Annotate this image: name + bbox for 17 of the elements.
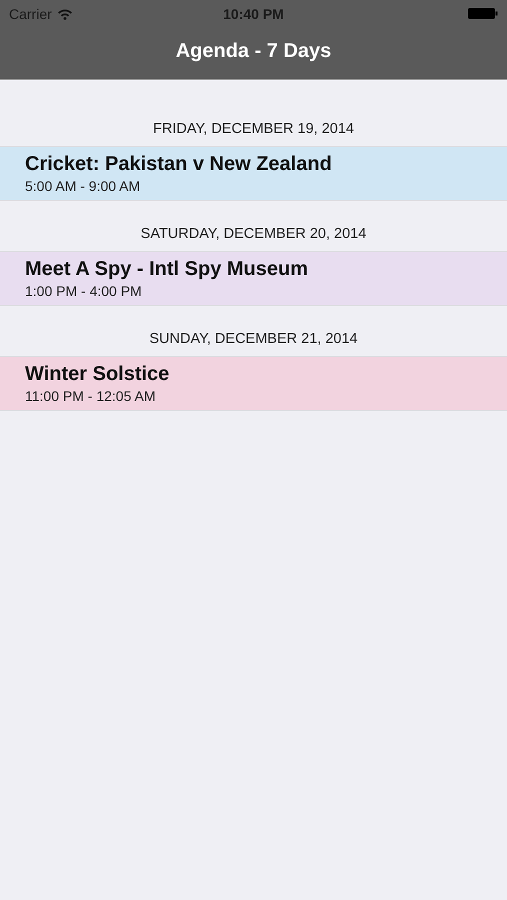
event-row[interactable]: Meet A Spy - Intl Spy Museum 1:00 PM - 4:00 PM (0, 251, 507, 306)
day-heading: SUNDAY, DECEMBER 21, 2014 (149, 331, 358, 347)
status-time: 10:40 PM (223, 6, 284, 22)
event-row[interactable]: Winter Solstice 11:00 PM - 12:05 AM (0, 356, 507, 411)
event-row[interactable]: Cricket: Pakistan v New Zealand 5:00 AM - 9:00 AM (0, 146, 507, 201)
event-time: 11:00 PM - 12:05 AM (25, 388, 156, 404)
carrier-name: Carrier (9, 6, 52, 22)
battery-icon (468, 8, 498, 19)
event-time: 1:00 PM - 4:00 PM (25, 283, 142, 299)
event-time: 5:00 AM - 9:00 AM (25, 178, 140, 194)
day-heading: FRIDAY, DECEMBER 19, 2014 (153, 121, 354, 137)
day-heading: SATURDAY, DECEMBER 20, 2014 (140, 226, 366, 242)
event-title: Winter Solstice (25, 363, 170, 386)
event-title: Meet A Spy - Intl Spy Museum (25, 258, 308, 281)
event-title: Cricket: Pakistan v New Zealand (25, 153, 332, 176)
wifi-icon (56, 8, 73, 20)
nav-title: Agenda - 7 Days (176, 40, 332, 62)
